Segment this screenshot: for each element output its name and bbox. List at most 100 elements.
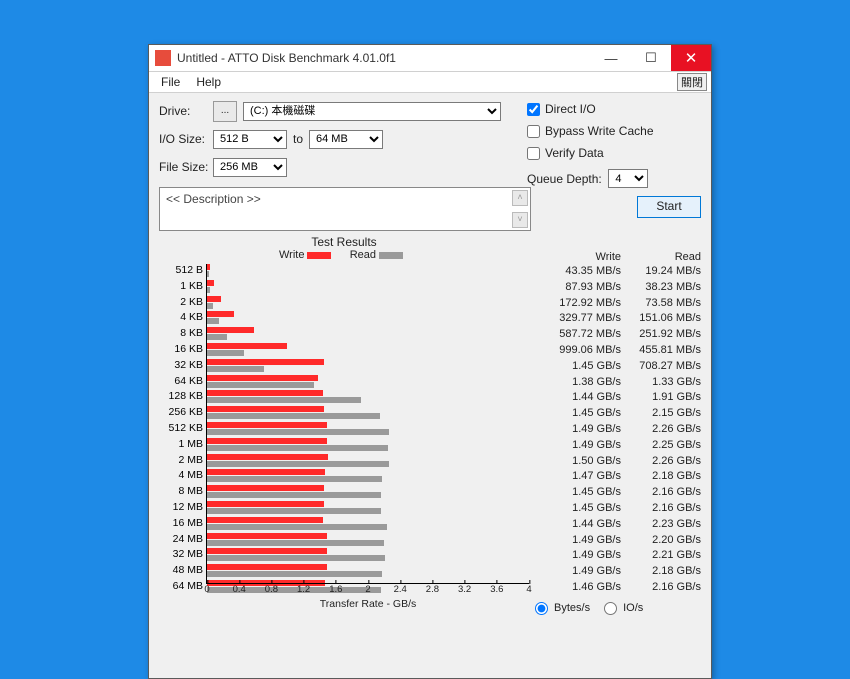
write-value: 1.49 GB/s (541, 533, 621, 549)
chart-row: 1 KB (159, 279, 529, 295)
menu-file[interactable]: File (153, 74, 188, 90)
result-row: 1.49 GB/s2.21 GB/s (529, 548, 701, 564)
verify-checkbox[interactable] (527, 147, 540, 160)
write-value: 1.45 GB/s (541, 501, 621, 517)
write-bar (207, 390, 323, 396)
chart-row-label: 512 KB (159, 421, 203, 437)
desc-scroll-up[interactable]: ˄ (512, 190, 528, 206)
result-row: 1.45 GB/s708.27 MB/s (529, 359, 701, 375)
close-button[interactable]: ✕ (671, 45, 711, 71)
description-placeholder: << Description >> (166, 192, 261, 206)
axis-tick: 3.2 (458, 584, 471, 595)
chart-row-label: 32 KB (159, 358, 203, 374)
legend-write-swatch (307, 252, 331, 259)
app-window: Untitled - ATTO Disk Benchmark 4.01.0f1 … (148, 44, 712, 679)
read-bar (207, 413, 380, 419)
axis-tick: 2 (365, 584, 370, 595)
start-button[interactable]: Start (637, 196, 701, 218)
chart-row: 4 KB (159, 310, 529, 326)
chart-row: 24 MB (159, 532, 529, 548)
read-bar (207, 429, 389, 435)
axis-tick: 0.4 (233, 584, 246, 595)
read-value: 2.21 GB/s (621, 548, 701, 564)
chart-row: 12 MB (159, 500, 529, 516)
write-value: 1.45 GB/s (541, 406, 621, 422)
read-value: 73.58 MB/s (621, 296, 701, 312)
chart-legend: Write Read (159, 249, 529, 261)
write-value: 1.45 GB/s (541, 485, 621, 501)
chart-row-label: 1 KB (159, 279, 203, 295)
app-icon (155, 50, 171, 66)
iosize-to-select[interactable]: 64 MB (309, 130, 383, 149)
write-value: 329.77 MB/s (541, 311, 621, 327)
write-value: 1.50 GB/s (541, 454, 621, 470)
chart-row: 32 KB (159, 358, 529, 374)
result-row: 1.50 GB/s2.26 GB/s (529, 454, 701, 470)
bypass-label: Bypass Write Cache (545, 124, 654, 138)
filesize-select[interactable]: 256 MB (213, 158, 287, 177)
bytes-label: Bytes/s (554, 602, 590, 614)
write-value: 1.44 GB/s (541, 517, 621, 533)
read-value: 2.18 GB/s (621, 564, 701, 580)
read-value: 2.25 GB/s (621, 438, 701, 454)
desc-scroll-down[interactable]: ˅ (512, 212, 528, 228)
col-write-header: Write (541, 251, 621, 263)
chart-row: 2 MB (159, 453, 529, 469)
read-value: 2.26 GB/s (621, 454, 701, 470)
legend-read-swatch (379, 252, 403, 259)
chart-row-label: 256 KB (159, 405, 203, 421)
drive-browse-button[interactable]: ... (213, 101, 237, 122)
write-bar (207, 296, 221, 302)
result-row: 172.92 MB/s73.58 MB/s (529, 296, 701, 312)
chart-row-label: 128 KB (159, 389, 203, 405)
directio-checkbox[interactable] (527, 103, 540, 116)
read-value: 251.92 MB/s (621, 327, 701, 343)
write-bar (207, 548, 327, 554)
result-row: 1.45 GB/s2.15 GB/s (529, 406, 701, 422)
write-bar (207, 343, 287, 349)
result-row: 1.47 GB/s2.18 GB/s (529, 469, 701, 485)
chart-x-label: Transfer Rate - GB/s (207, 598, 529, 610)
result-row: 1.38 GB/s1.33 GB/s (529, 375, 701, 391)
read-value: 2.23 GB/s (621, 517, 701, 533)
legend-read-label: Read (350, 249, 376, 261)
chart-row-label: 8 MB (159, 484, 203, 500)
chart-row-label: 4 MB (159, 468, 203, 484)
minimize-button[interactable]: ― (591, 45, 631, 71)
bypass-checkbox[interactable] (527, 125, 540, 138)
result-row: 87.93 MB/s38.23 MB/s (529, 280, 701, 296)
read-bar (207, 271, 209, 277)
titlebar[interactable]: Untitled - ATTO Disk Benchmark 4.01.0f1 … (149, 45, 711, 72)
filesize-label: File Size: (159, 160, 213, 174)
result-row: 1.44 GB/s1.91 GB/s (529, 390, 701, 406)
iosize-from-select[interactable]: 512 B (213, 130, 287, 149)
close-jp-button[interactable]: 關閉 (677, 73, 707, 91)
read-bar (207, 397, 361, 403)
read-value: 1.33 GB/s (621, 375, 701, 391)
verify-label: Verify Data (545, 146, 604, 160)
chart-row: 512 B (159, 263, 529, 279)
drive-select[interactable]: (C:) 本機磁碟 (243, 102, 501, 121)
ios-radio[interactable] (604, 602, 617, 615)
chart-body: 512 B1 KB2 KB4 KB8 KB16 KB32 KB64 KB128 … (159, 263, 529, 583)
description-box[interactable]: << Description >> ˄ ˅ (159, 187, 531, 231)
results-numbers: Write Read 43.35 MB/s19.24 MB/s87.93 MB/… (529, 235, 701, 615)
maximize-button[interactable]: ☐ (631, 45, 671, 71)
drive-label: Drive: (159, 104, 213, 118)
read-bar (207, 508, 381, 514)
read-bar (207, 492, 381, 498)
axis-tick: 2.8 (426, 584, 439, 595)
chart-row: 2 KB (159, 295, 529, 311)
directio-label: Direct I/O (545, 102, 596, 116)
write-bar (207, 469, 325, 475)
window-title: Untitled - ATTO Disk Benchmark 4.01.0f1 (177, 51, 591, 65)
result-row: 999.06 MB/s455.81 MB/s (529, 343, 701, 359)
chart-row-label: 2 MB (159, 453, 203, 469)
result-row: 1.49 GB/s2.18 GB/s (529, 564, 701, 580)
write-value: 1.49 GB/s (541, 564, 621, 580)
ios-label: IO/s (623, 602, 643, 614)
bytes-radio[interactable] (535, 602, 548, 615)
write-bar (207, 564, 327, 570)
queuedepth-select[interactable]: 4 (608, 169, 648, 188)
menu-help[interactable]: Help (188, 74, 229, 90)
